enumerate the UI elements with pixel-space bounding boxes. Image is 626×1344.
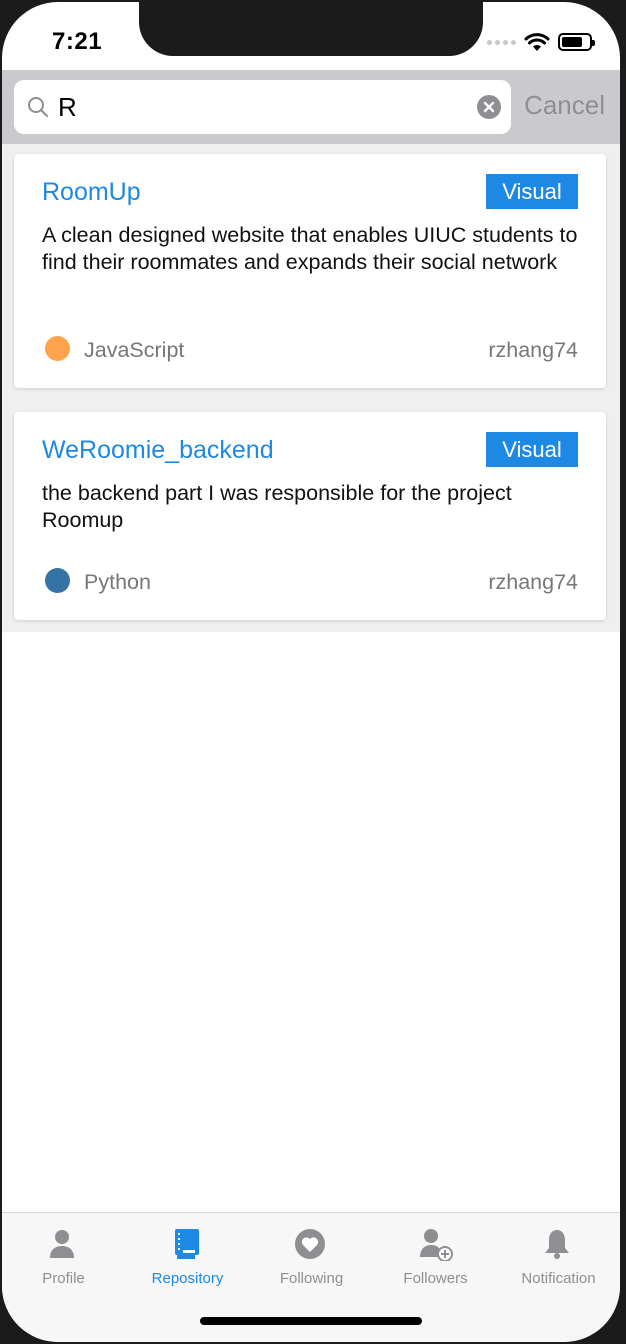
tab-label: Repository (151, 1270, 224, 1287)
cancel-button[interactable]: Cancel (524, 90, 605, 121)
search-bar: R Cancel (2, 70, 620, 144)
tab-label: Following (279, 1270, 344, 1287)
repo-language: JavaScript (84, 338, 185, 362)
person-add-icon (420, 1229, 453, 1261)
clear-icon[interactable] (477, 95, 501, 119)
repo-card[interactable]: RoomUp Visual A clean designed website t… (14, 154, 606, 388)
phone-screen: 7:21 R Cancel RoomUp Visual A clean desi… (2, 2, 620, 1342)
status-icons (487, 32, 595, 52)
repo-owner[interactable]: rzhang74 (488, 338, 578, 363)
repo-card[interactable]: WeRoomie_backend Visual the backend part… (14, 412, 606, 620)
search-query-text: R (58, 92, 77, 122)
repo-owner[interactable]: rzhang74 (488, 570, 578, 595)
repo-name[interactable]: WeRoomie_backend (42, 436, 274, 465)
tab-label: Profile (42, 1270, 85, 1287)
bell-icon (545, 1230, 569, 1259)
signal-icon (487, 39, 516, 45)
language-color-dot (45, 336, 70, 361)
tab-label: Followers (403, 1270, 468, 1287)
language-color-dot (45, 568, 70, 593)
notch (139, 2, 483, 56)
tab-label: Notification (521, 1270, 596, 1287)
results-list: RoomUp Visual A clean designed website t… (2, 144, 620, 632)
search-input[interactable]: R (14, 80, 511, 134)
visual-button[interactable]: Visual (486, 174, 578, 209)
heart-icon (295, 1229, 325, 1259)
book-icon (175, 1229, 199, 1259)
repo-name[interactable]: RoomUp (42, 178, 141, 207)
wifi-icon (524, 33, 550, 51)
repo-description: A clean designed website that enables UI… (42, 223, 578, 274)
search-icon (28, 97, 48, 117)
repo-description: the backend part I was responsible for t… (42, 481, 512, 532)
status-time: 7:21 (52, 28, 103, 55)
home-indicator[interactable] (200, 1317, 422, 1325)
repo-language: Python (84, 570, 151, 594)
person-icon (50, 1230, 74, 1258)
visual-button[interactable]: Visual (486, 432, 578, 467)
battery-icon (558, 33, 595, 51)
